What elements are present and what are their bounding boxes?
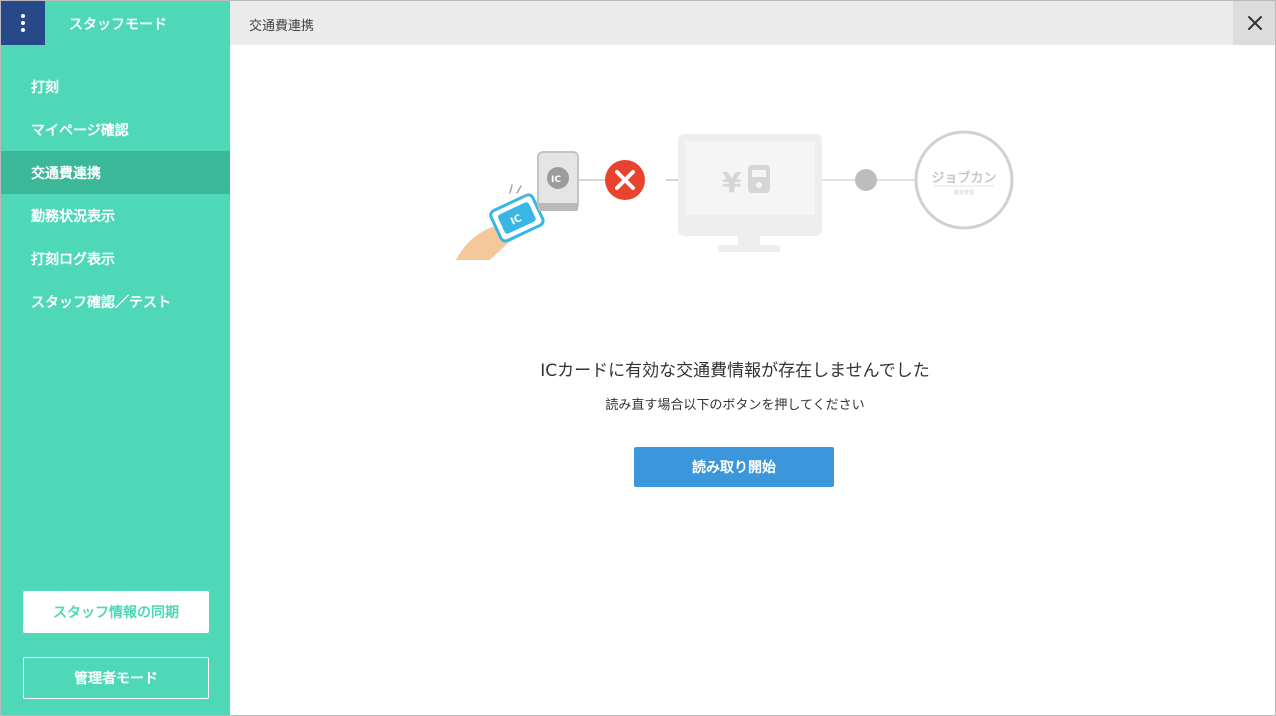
sidebar-item-transport[interactable]: 交通費連携 bbox=[1, 151, 230, 194]
sidebar-item-mypage[interactable]: マイページ確認 bbox=[1, 108, 230, 151]
svg-text:¥: ¥ bbox=[722, 166, 742, 199]
page-title: 交通費連携 bbox=[249, 19, 315, 34]
start-reading-button[interactable]: 読み取り開始 bbox=[634, 447, 834, 487]
kebab-menu-icon bbox=[21, 14, 25, 32]
progress-dot-icon bbox=[855, 169, 877, 191]
sidebar-item-punch[interactable]: 打刻 bbox=[1, 65, 230, 108]
mode-title: スタッフモード bbox=[69, 17, 167, 33]
main-content: IC IC ¥ ジョブカン 勤怠管理 ICカードに有効な交通費情報が存在しません… bbox=[230, 45, 1275, 715]
hand-card-icon: IC bbox=[456, 184, 545, 260]
app-window: スタッフモード 打刻 マイページ確認 交通費連携 勤務状況表示 打刻ログ表示 ス… bbox=[0, 0, 1276, 716]
ic-card-flow-illustration: IC IC ¥ ジョブカン 勤怠管理 bbox=[456, 130, 1014, 260]
menu-button[interactable] bbox=[1, 1, 45, 45]
sidebar-item-work-status[interactable]: 勤務状況表示 bbox=[1, 194, 230, 237]
svg-text:IC: IC bbox=[551, 175, 561, 185]
sidebar-item-punch-log[interactable]: 打刻ログ表示 bbox=[1, 237, 230, 280]
sidebar-item-staff-test[interactable]: スタッフ確認／テスト bbox=[1, 280, 230, 323]
svg-text:勤怠管理: 勤怠管理 bbox=[954, 189, 974, 196]
close-button[interactable] bbox=[1233, 1, 1275, 45]
jobcan-logo: ジョブカン 勤怠管理 bbox=[914, 130, 1014, 230]
svg-text:ジョブカン: ジョブカン bbox=[931, 170, 996, 186]
error-message: ICカードに有効な交通費情報が存在しませんでした bbox=[540, 361, 930, 381]
close-icon bbox=[1248, 16, 1262, 30]
admin-mode-button[interactable]: 管理者モード bbox=[23, 657, 209, 699]
instruction-message: 読み直す場合以下のボタンを押してください bbox=[605, 398, 865, 413]
monitor-icon: ¥ bbox=[678, 134, 822, 252]
sync-staff-button[interactable]: スタッフ情報の同期 bbox=[23, 591, 209, 633]
ic-reader-icon: IC bbox=[537, 151, 579, 211]
error-x-icon bbox=[605, 160, 645, 200]
header: 交通費連携 bbox=[230, 1, 1275, 45]
sidebar: スタッフモード 打刻 マイページ確認 交通費連携 勤務状況表示 打刻ログ表示 ス… bbox=[1, 1, 230, 715]
sidebar-nav: 打刻 マイページ確認 交通費連携 勤務状況表示 打刻ログ表示 スタッフ確認／テス… bbox=[1, 65, 230, 323]
